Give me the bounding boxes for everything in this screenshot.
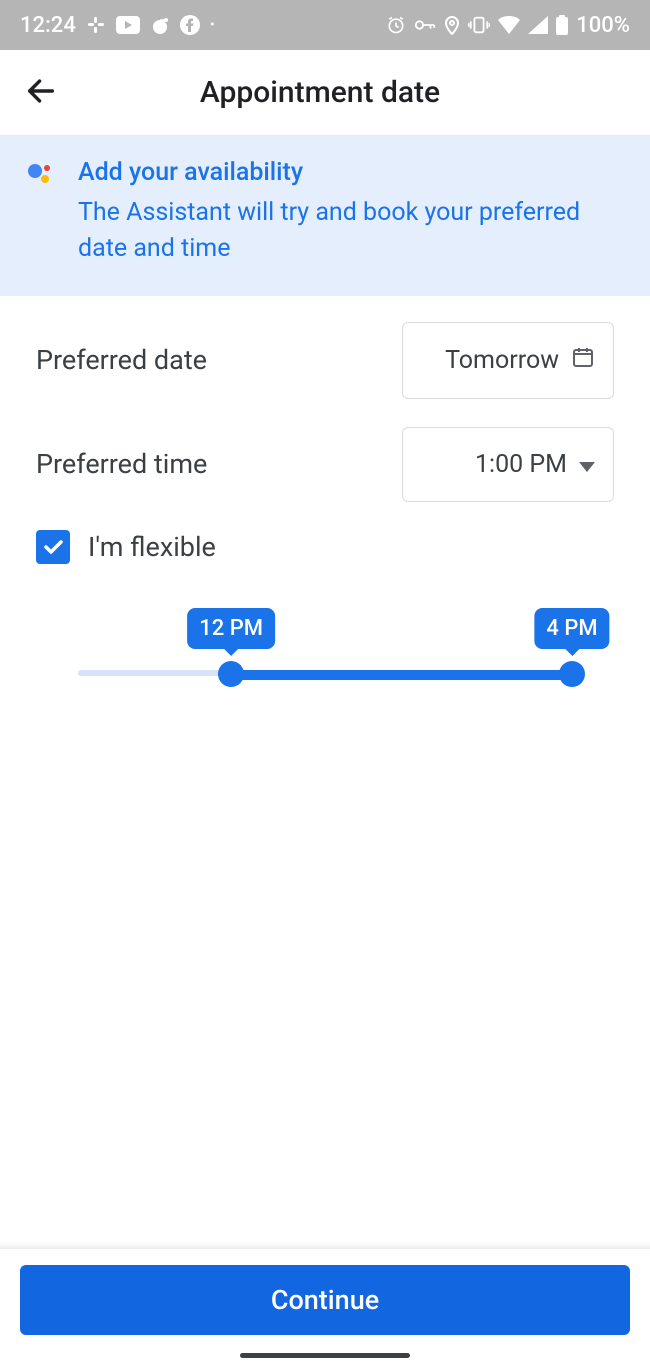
preferred-time-label: Preferred time bbox=[36, 448, 207, 480]
page-title: Appointment date bbox=[58, 75, 626, 110]
back-arrow-icon[interactable] bbox=[24, 74, 58, 112]
footer-shadow bbox=[0, 1241, 650, 1249]
facebook-icon bbox=[180, 15, 200, 35]
reddit-icon bbox=[150, 15, 170, 35]
gesture-nav-bar[interactable] bbox=[0, 1353, 650, 1371]
continue-button[interactable]: Continue bbox=[20, 1265, 630, 1335]
availability-form: Preferred date Tomorrow Preferred time 1… bbox=[0, 296, 650, 698]
calendar-icon bbox=[571, 345, 595, 376]
dropdown-icon bbox=[579, 450, 595, 479]
slider-start-bubble: 12 PM bbox=[187, 608, 275, 649]
battery-text: 100% bbox=[576, 13, 630, 38]
preferred-time-value: 1:00 PM bbox=[475, 450, 567, 479]
slider-end-thumb[interactable] bbox=[559, 661, 585, 687]
flexible-label: I'm flexible bbox=[88, 531, 216, 563]
preferred-time-picker[interactable]: 1:00 PM bbox=[402, 427, 614, 502]
flexible-row[interactable]: I'm flexible bbox=[36, 530, 614, 564]
status-bar: 12:24 • bbox=[0, 0, 650, 50]
wifi-icon bbox=[498, 16, 520, 34]
slider-start-thumb[interactable] bbox=[218, 661, 244, 687]
banner-subtitle: The Assistant will try and book your pre… bbox=[78, 195, 624, 268]
slider-end-bubble: 4 PM bbox=[534, 608, 609, 649]
preferred-date-value: Tomorrow bbox=[445, 346, 559, 375]
cell-signal-icon bbox=[528, 16, 548, 34]
alarm-icon bbox=[386, 15, 406, 35]
flexible-checkbox[interactable] bbox=[36, 530, 70, 564]
footer: Continue bbox=[0, 1241, 650, 1371]
slack-icon bbox=[86, 15, 106, 35]
time-range-slider[interactable]: 12 PM 4 PM bbox=[36, 608, 614, 698]
assistant-banner: Add your availability The Assistant will… bbox=[0, 136, 650, 296]
assistant-icon bbox=[26, 158, 56, 268]
dot-icon: • bbox=[210, 17, 215, 33]
banner-title: Add your availability bbox=[78, 158, 624, 187]
status-time: 12:24 bbox=[20, 13, 76, 38]
youtube-icon bbox=[116, 16, 140, 34]
preferred-date-label: Preferred date bbox=[36, 344, 207, 376]
location-icon bbox=[444, 15, 460, 35]
slider-active-track bbox=[231, 670, 572, 680]
battery-icon bbox=[556, 15, 568, 35]
key-icon bbox=[414, 15, 436, 35]
preferred-date-picker[interactable]: Tomorrow bbox=[402, 322, 614, 399]
vibrate-icon bbox=[468, 15, 490, 35]
app-bar: Appointment date bbox=[0, 50, 650, 136]
